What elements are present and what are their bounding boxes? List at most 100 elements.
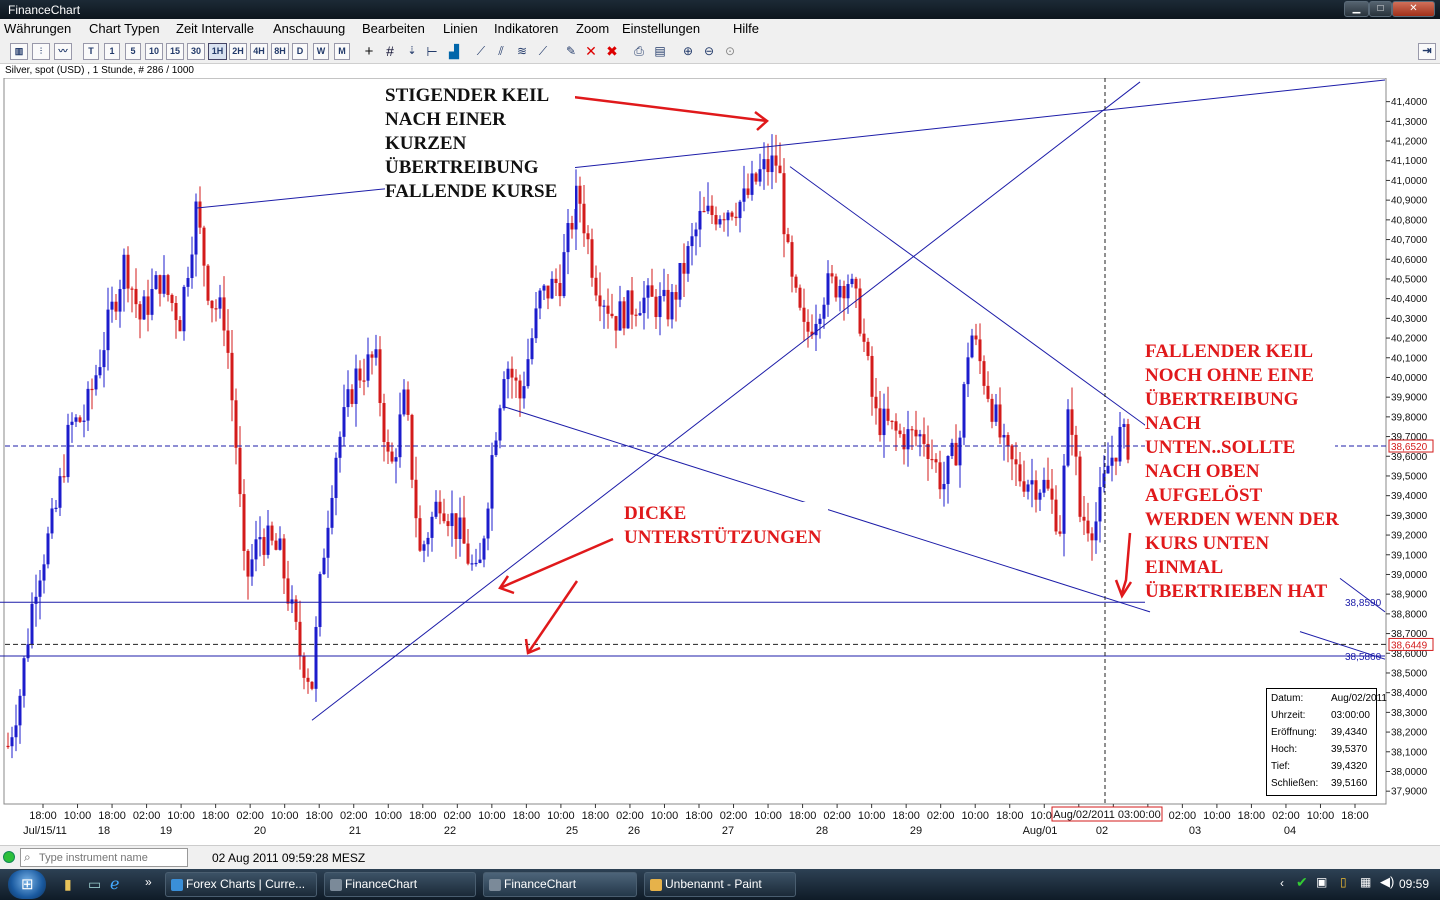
candle-body [418,518,422,551]
explorer-icon[interactable]: ▮ [64,876,72,893]
tray-expand-icon[interactable]: ‹ [1280,876,1284,890]
period-15[interactable]: 15 [166,43,184,60]
connection-status-icon [3,851,15,863]
candle-body [974,335,978,340]
menu-anschauung[interactable]: Anschauung [273,21,345,36]
candle-body [754,173,758,182]
period-m[interactable]: M [334,43,350,60]
candle-body [786,234,790,243]
period-30[interactable]: 30 [187,43,205,60]
candle-body [94,375,98,390]
period-1h[interactable]: 1H [208,43,227,60]
candlestick-chart-icon[interactable]: ▥ [10,43,28,60]
instrument-search-box[interactable]: ⌕ [20,848,188,867]
period-t[interactable]: T [83,43,99,60]
horizontal-line-icon[interactable]: ⊢ [423,43,441,60]
menu-zeit-intervalle[interactable]: Zeit Intervalle [176,21,254,36]
trendline-icon[interactable]: ⟋ [472,43,490,60]
crosshair-icon[interactable]: + [360,43,378,60]
x-tick-label: 18:00 [892,810,920,822]
zoom-reset-icon[interactable]: ⊙ [721,43,739,60]
candle-body [550,278,554,299]
tray-device-icon[interactable]: ▣ [1316,875,1327,889]
delete-icon[interactable]: ✕ [582,43,600,60]
tray-network-icon[interactable]: ▦ [1360,875,1371,889]
candle-body [106,309,110,351]
period-2h[interactable]: 2H [229,43,247,60]
period-4h[interactable]: 4H [250,43,268,60]
period-8h[interactable]: 8H [271,43,289,60]
y-tick-label: 40,7000 [1391,235,1428,246]
y-tick-label: 40,9000 [1391,196,1428,207]
period-1[interactable]: 1 [104,43,120,60]
zoom-out-icon[interactable]: ⊖ [700,43,718,60]
desktop-icon[interactable]: ▭ [88,876,101,893]
bar-chart-icon[interactable]: ⫶ [32,43,50,60]
line-chart-icon[interactable]: 〰 [54,43,72,60]
candle-body [602,305,606,307]
candle-body [258,537,262,540]
candle-body [990,398,994,422]
menu-chart-typen[interactable]: Chart Typen [89,21,160,36]
menu-bearbeiten[interactable]: Bearbeiten [362,21,425,36]
minimize-button[interactable]: ▁ [1344,1,1369,17]
tray-security-icon[interactable]: ✔ [1296,874,1308,891]
task-financechart-2[interactable]: FinanceChart [483,872,637,897]
gann-icon[interactable]: ⟋ [534,43,552,60]
task-paint[interactable]: Unbenannt - Paint [644,872,796,897]
x-tick-label: 02:00 [1272,810,1300,822]
candle-body [458,517,462,539]
print-icon[interactable]: ⎙ [630,43,648,60]
delete-all-icon[interactable]: ✖ [603,43,621,60]
tray-volume-icon[interactable]: ◀) [1380,874,1394,890]
grid-icon[interactable]: # [381,43,399,60]
candle-body [386,442,390,452]
x-tick-label: 18:00 [98,810,126,822]
candle-body [890,420,894,423]
quicklaunch-more-icon[interactable]: » [145,875,152,889]
candle-body [182,286,186,332]
fibonacci-icon[interactable]: ≋ [513,43,531,60]
menu-einstellungen[interactable]: Einstellungen [622,21,700,36]
candle-body [38,580,42,597]
start-button[interactable]: ⊞ [8,870,46,899]
y-tick-label: 39,6000 [1391,452,1428,463]
menu-linien[interactable]: Linien [443,21,478,36]
menu-indikatoren[interactable]: Indikatoren [494,21,558,36]
maximize-button[interactable]: □ [1369,1,1392,17]
candle-body [994,404,998,422]
internet-explorer-icon[interactable]: ℯ [110,874,119,894]
menu-zoom[interactable]: Zoom [576,21,609,36]
candle-body [658,296,662,318]
y-tick-label: 38,1000 [1391,747,1428,758]
task-forex-charts[interactable]: Forex Charts | Curre... [165,872,317,897]
delete-line-icon[interactable]: ✎ [562,43,580,60]
candle-body [462,517,466,544]
indicator-icon[interactable]: ▟ [445,43,463,60]
print-preview-icon[interactable]: ▤ [651,43,669,60]
y-tick-label: 41,1000 [1391,156,1428,167]
period-10[interactable]: 10 [145,43,163,60]
channel-icon[interactable]: ⫽ [492,43,510,60]
x-tick-label: 02:00 [340,810,368,822]
vertical-line-icon[interactable]: ⇣ [403,43,421,60]
candle-body [670,292,674,320]
candle-body [410,414,414,480]
candle-body [878,408,882,436]
period-d[interactable]: D [292,43,308,60]
zoom-in-icon[interactable]: ⊕ [679,43,697,60]
period-w[interactable]: W [313,43,329,60]
x-tick-label: 02:00 [616,810,644,822]
close-button[interactable]: ✕ [1392,1,1435,17]
period-5[interactable]: 5 [125,43,141,60]
candle-body [846,284,850,299]
task-financechart-1[interactable]: FinanceChart [324,872,476,897]
candle-body [526,359,530,387]
menu-hilfe[interactable]: Hilfe [733,21,759,36]
menu-waehrungen[interactable]: Währungen [4,21,71,36]
panel-toggle-icon[interactable]: ⇥ [1418,43,1436,60]
candle-body [590,239,594,278]
tray-power-icon[interactable]: ▯ [1340,875,1347,889]
candle-body [930,458,934,461]
instrument-search-input[interactable] [39,850,185,865]
